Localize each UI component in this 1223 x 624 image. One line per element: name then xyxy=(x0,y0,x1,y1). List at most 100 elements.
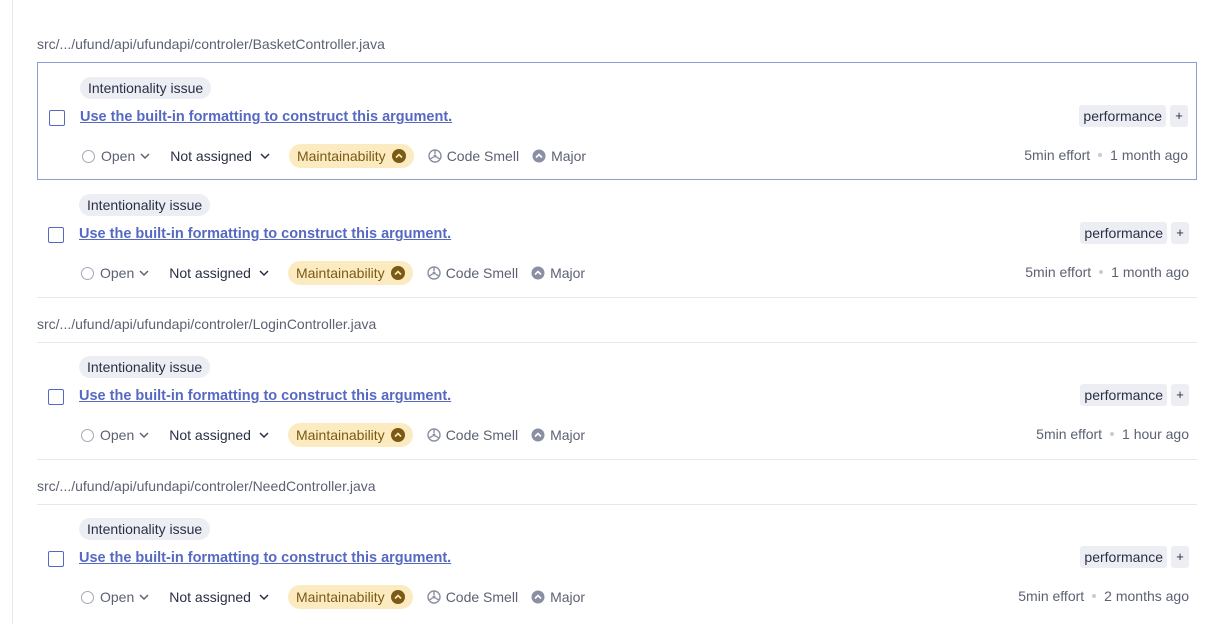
major-severity-icon xyxy=(532,149,546,163)
quality-label: Maintainability xyxy=(295,589,385,605)
file-path[interactable]: src/.../ufund/api/ufundapi/controler/Log… xyxy=(37,316,376,332)
assignee-dropdown[interactable]: Not assigned xyxy=(169,427,269,443)
add-tag-button[interactable]: + xyxy=(1171,546,1189,568)
circle-icon xyxy=(82,149,95,163)
issue-type: Code Smell xyxy=(426,589,519,605)
issue-card[interactable]: Intentionality issue Use the built-in fo… xyxy=(37,342,1197,460)
issue-title-link[interactable]: Use the built-in formatting to construct… xyxy=(79,550,451,566)
circle-icon xyxy=(81,266,94,280)
tag-performance: performance xyxy=(1080,222,1167,244)
issue-tags[interactable]: performance + xyxy=(1080,384,1189,406)
software-quality-badge[interactable]: Maintainability xyxy=(287,585,413,609)
clean-code-category-badge: Intentionality issue xyxy=(79,518,211,540)
type-label: Code Smell xyxy=(445,265,519,281)
circle-icon xyxy=(81,590,94,604)
effort-label: 5min effort xyxy=(1025,264,1092,280)
separator-dot xyxy=(1092,594,1097,598)
status-dropdown[interactable]: Open xyxy=(81,265,149,281)
issue-meta-row: Open Not assigned Maintainability Code S… xyxy=(81,261,585,285)
chevron-down-icon xyxy=(259,594,269,601)
issue-effort-age: 5min effort 2 months ago xyxy=(1018,588,1189,604)
software-quality-badge[interactable]: Maintainability xyxy=(288,144,414,168)
issue-title-link[interactable]: Use the built-in formatting to construct… xyxy=(79,226,451,242)
status-label: Open xyxy=(100,427,135,443)
issue-tags[interactable]: performance + xyxy=(1080,222,1189,244)
chevron-up-icon xyxy=(390,428,405,442)
chevron-down-icon xyxy=(139,432,149,439)
issue-effort-age: 5min effort 1 hour ago xyxy=(1036,426,1189,442)
separator-dot xyxy=(1098,153,1103,157)
chevron-down-icon xyxy=(139,270,149,277)
quality-label: Maintainability xyxy=(295,427,385,443)
major-severity-icon xyxy=(531,266,545,280)
issue-tags[interactable]: performance + xyxy=(1080,546,1189,568)
issue-type: Code Smell xyxy=(426,265,519,281)
panel-divider xyxy=(12,0,13,624)
assignee-dropdown[interactable]: Not assigned xyxy=(170,148,270,164)
tag-performance: performance xyxy=(1079,105,1166,127)
quality-label: Maintainability xyxy=(295,265,385,281)
tag-performance: performance xyxy=(1080,384,1167,406)
assignee-label: Not assigned xyxy=(169,427,251,443)
age-label: 1 month ago xyxy=(1111,264,1189,280)
separator-dot xyxy=(1099,270,1104,274)
chevron-down-icon xyxy=(140,153,150,160)
file-path[interactable]: src/.../ufund/api/ufundapi/controler/Nee… xyxy=(37,478,376,494)
issue-card[interactable]: Intentionality issue Use the built-in fo… xyxy=(37,180,1197,298)
chevron-down-icon xyxy=(259,432,269,439)
issue-effort-age: 5min effort 1 month ago xyxy=(1024,147,1188,163)
issue-severity: Major xyxy=(531,589,585,605)
issue-tags[interactable]: performance + xyxy=(1079,105,1188,127)
clean-code-category-badge: Intentionality issue xyxy=(79,194,211,216)
chevron-up-icon xyxy=(390,590,405,604)
divider xyxy=(37,459,1197,460)
file-path[interactable]: src/.../ufund/api/ufundapi/controler/Bas… xyxy=(37,36,385,52)
add-tag-button[interactable]: + xyxy=(1171,384,1189,406)
software-quality-badge[interactable]: Maintainability xyxy=(287,261,413,285)
assignee-dropdown[interactable]: Not assigned xyxy=(169,589,269,605)
age-label: 1 month ago xyxy=(1110,147,1188,163)
code-smell-icon xyxy=(426,428,441,442)
chevron-up-icon xyxy=(390,266,405,280)
issue-card[interactable]: Intentionality issue Use the built-in fo… xyxy=(37,504,1197,622)
assignee-label: Not assigned xyxy=(169,589,251,605)
status-dropdown[interactable]: Open xyxy=(81,427,149,443)
clean-code-category-badge: Intentionality issue xyxy=(80,77,212,99)
assignee-label: Not assigned xyxy=(169,265,251,281)
divider xyxy=(37,297,1197,298)
issue-severity: Major xyxy=(531,265,585,281)
separator-dot xyxy=(1110,432,1115,436)
issue-meta-row: Open Not assigned Maintainability Code S… xyxy=(82,144,586,168)
code-smell-icon xyxy=(426,266,441,280)
issue-checkbox[interactable] xyxy=(48,551,64,567)
software-quality-badge[interactable]: Maintainability xyxy=(287,423,413,447)
chevron-down-icon xyxy=(260,153,270,160)
add-tag-button[interactable]: + xyxy=(1170,105,1188,127)
assignee-label: Not assigned xyxy=(170,148,252,164)
issue-checkbox[interactable] xyxy=(48,227,64,243)
severity-label: Major xyxy=(551,148,587,164)
issue-meta-row: Open Not assigned Maintainability Code S… xyxy=(81,585,585,609)
type-label: Code Smell xyxy=(445,589,519,605)
type-label: Code Smell xyxy=(446,148,520,164)
assignee-dropdown[interactable]: Not assigned xyxy=(169,265,269,281)
chevron-down-icon xyxy=(139,594,149,601)
severity-label: Major xyxy=(550,589,586,605)
issue-title-link[interactable]: Use the built-in formatting to construct… xyxy=(80,109,452,125)
issue-type: Code Smell xyxy=(426,427,519,443)
add-tag-button[interactable]: + xyxy=(1171,222,1189,244)
type-label: Code Smell xyxy=(445,427,519,443)
status-label: Open xyxy=(101,148,136,164)
issue-card[interactable]: Intentionality issue Use the built-in fo… xyxy=(37,62,1197,180)
clean-code-category-badge: Intentionality issue xyxy=(79,356,211,378)
tag-performance: performance xyxy=(1080,546,1167,568)
major-severity-icon xyxy=(531,590,545,604)
issue-checkbox[interactable] xyxy=(48,389,64,405)
issue-severity: Major xyxy=(531,427,585,443)
status-dropdown[interactable]: Open xyxy=(81,589,149,605)
quality-label: Maintainability xyxy=(296,148,386,164)
status-dropdown[interactable]: Open xyxy=(82,148,150,164)
age-label: 1 hour ago xyxy=(1122,426,1189,442)
issue-checkbox[interactable] xyxy=(49,110,65,126)
issue-title-link[interactable]: Use the built-in formatting to construct… xyxy=(79,388,451,404)
